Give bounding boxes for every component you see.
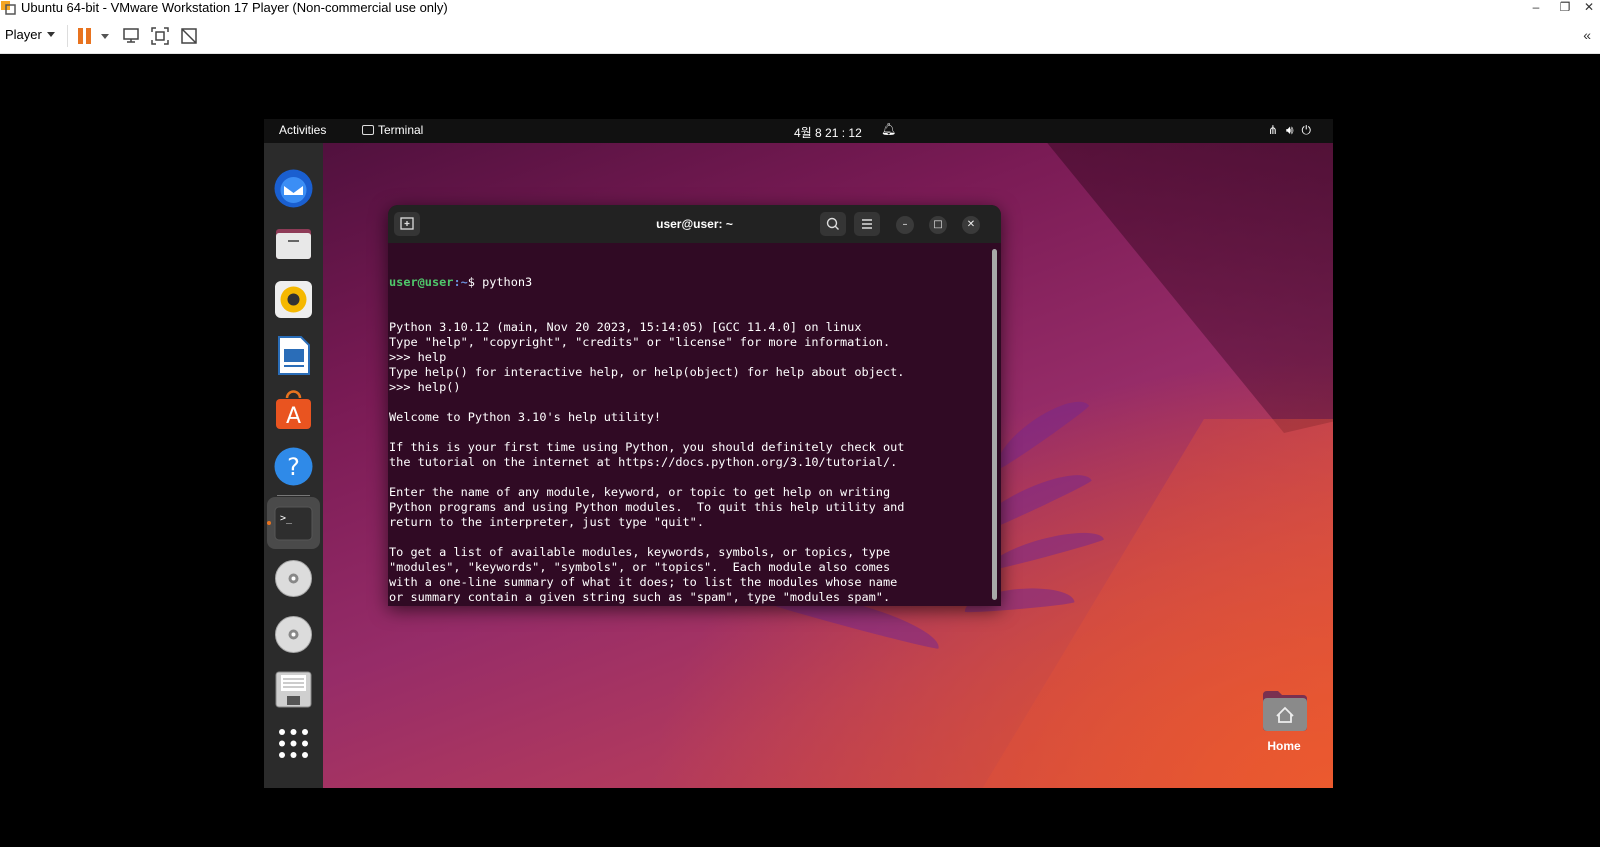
unity-mode-icon[interactable] xyxy=(179,26,199,46)
prompt-user: user@user xyxy=(389,275,454,289)
vmware-titlebar: Ubuntu 64-bit - VMware Workstation 17 Pl… xyxy=(0,0,1600,16)
terminal-line: Python programs and using Python modules… xyxy=(389,500,905,514)
window-title: Ubuntu 64-bit - VMware Workstation 17 Pl… xyxy=(21,0,448,15)
terminal-prompt-line: user@user:~$ python3 xyxy=(389,275,989,290)
prompt-command: $ python3 xyxy=(467,275,533,289)
terminal-line: the tutorial on the internet at https://… xyxy=(389,455,898,469)
terminal-line: or summary contain a given string such a… xyxy=(389,590,891,604)
running-indicator xyxy=(267,521,271,525)
svg-text:?: ? xyxy=(287,453,300,481)
player-menu-chevron-icon[interactable] xyxy=(47,32,55,37)
notification-bell-icon[interactable]: 🔔︎ xyxy=(881,122,896,136)
minimize-icon[interactable]: – xyxy=(1525,0,1547,16)
search-icon xyxy=(826,217,839,230)
terminal-line: Type help() for interactive help, or hel… xyxy=(389,365,905,379)
wallpaper-leaf xyxy=(983,523,1105,573)
terminal-line: >>> help xyxy=(389,350,447,364)
floppy-drive-icon[interactable] xyxy=(273,669,314,710)
svg-text:>_: >_ xyxy=(280,513,293,524)
home-folder-label: Home xyxy=(1267,739,1301,753)
terminal-line: Type "help", "copyright", "credits" or "… xyxy=(389,335,891,349)
clock[interactable]: 4월 8 21 : 12 xyxy=(794,124,862,141)
help-icon[interactable]: ? xyxy=(273,446,314,487)
send-ctrl-alt-del-icon[interactable] xyxy=(121,26,141,46)
wallpaper-leaf xyxy=(987,389,1091,471)
fullscreen-icon[interactable] xyxy=(150,26,170,46)
gnome-top-bar: Activities Terminal 4월 8 21 : 12 🔔︎ ⋔🔊︎⏻ xyxy=(264,119,1333,143)
thunderbird-icon[interactable] xyxy=(273,168,314,209)
terminal-line: Welcome to Python 3.10's help utility! xyxy=(389,410,662,424)
close-button[interactable]: ✕ xyxy=(962,216,980,234)
minimize-button[interactable]: – xyxy=(896,216,914,234)
ubuntu-software-icon[interactable]: A xyxy=(273,390,314,431)
terminal-line: If this is your first time using Python,… xyxy=(389,440,905,454)
vmware-toolbar: Player « xyxy=(0,16,1600,54)
dock: A ? >_ xyxy=(264,143,323,788)
terminal-line: return to the interpreter, just type "qu… xyxy=(389,515,704,529)
app-menu-label: Terminal xyxy=(378,123,424,137)
app-menu-button[interactable]: Terminal xyxy=(362,123,423,137)
volume-icon: 🔊︎ xyxy=(1285,123,1302,137)
dvd-drive-icon[interactable] xyxy=(273,614,314,655)
show-applications-icon[interactable] xyxy=(273,723,314,764)
terminal-output[interactable]: user@user:~$ python3 Python 3.10.12 (mai… xyxy=(389,245,989,606)
terminal-line: To get a list of available modules, keyw… xyxy=(389,545,891,559)
libreoffice-writer-icon[interactable] xyxy=(273,335,314,376)
terminal-line: with a one-line summary of what it does;… xyxy=(389,575,898,589)
dock-separator xyxy=(277,495,310,496)
files-icon[interactable] xyxy=(273,223,314,264)
search-button[interactable] xyxy=(820,212,846,236)
terminal-scrollbar[interactable] xyxy=(992,249,997,600)
terminal-icon[interactable]: >_ xyxy=(273,503,314,544)
dvd-drive-icon[interactable] xyxy=(273,558,314,599)
power-icon: ⏻ xyxy=(1301,123,1319,137)
network-icon: ⋔ xyxy=(1267,123,1286,137)
collapse-toolbar-icon[interactable]: « xyxy=(1583,27,1591,43)
home-folder[interactable]: Home xyxy=(1254,689,1314,759)
rhythmbox-icon[interactable] xyxy=(273,279,314,320)
prompt-path: :~ xyxy=(453,275,468,289)
terminal-headerbar[interactable]: user@user: ~ – □ ✕ xyxy=(388,205,1001,243)
player-menu[interactable]: Player xyxy=(5,27,42,42)
terminal-line: "modules", "keywords", "symbols", or "to… xyxy=(389,560,891,574)
menu-button[interactable] xyxy=(854,212,880,236)
activities-button[interactable]: Activities xyxy=(279,123,326,137)
terminal-app-icon xyxy=(362,125,374,135)
home-folder-icon xyxy=(1263,691,1307,731)
vmware-logo-icon xyxy=(1,1,16,15)
toolbar-divider xyxy=(67,25,68,47)
system-menu[interactable]: ⋔🔊︎⏻ xyxy=(1268,123,1319,138)
hamburger-menu-icon xyxy=(862,219,872,229)
terminal-line: >>> help() xyxy=(389,380,461,394)
restore-icon[interactable]: ❐ xyxy=(1554,0,1576,16)
terminal-line: Enter the name of any module, keyword, o… xyxy=(389,485,891,499)
svg-text:A: A xyxy=(286,404,301,429)
pause-dropdown-chevron-icon[interactable] xyxy=(101,34,109,39)
terminal-line: Python 3.10.12 (main, Nov 20 2023, 15:14… xyxy=(389,320,862,334)
pause-icon[interactable] xyxy=(78,28,92,44)
terminal-window[interactable]: user@user: ~ – □ ✕ user@user:~$ python3 … xyxy=(388,205,1001,606)
maximize-button[interactable]: □ xyxy=(929,216,947,234)
close-icon[interactable]: ✕ xyxy=(1578,0,1600,16)
